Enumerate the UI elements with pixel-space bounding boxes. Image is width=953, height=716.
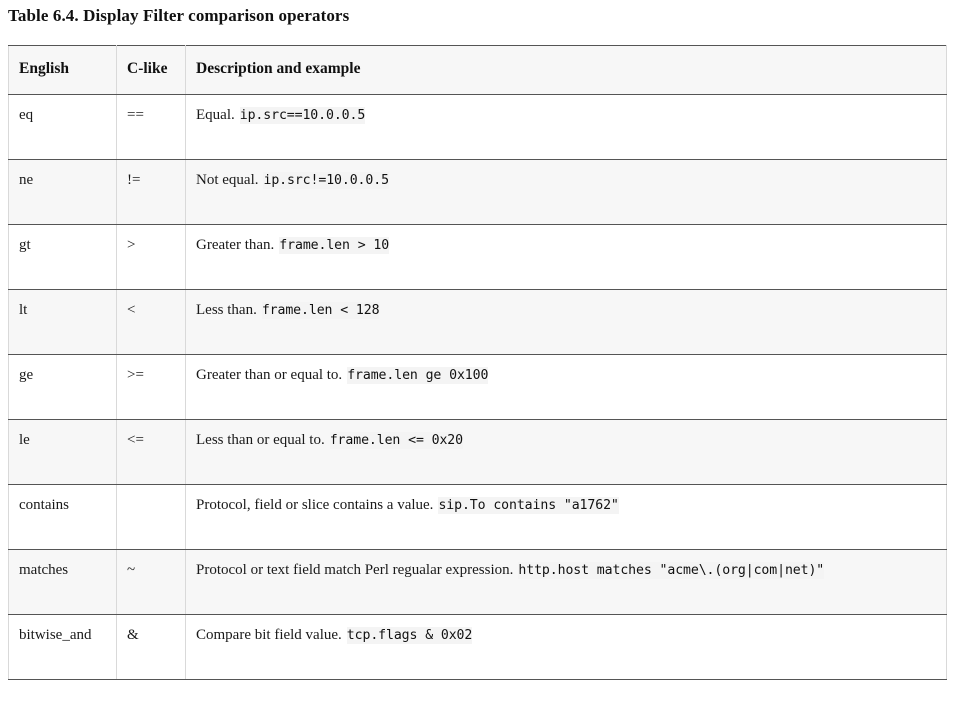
row-clike-le: <=	[116, 419, 186, 485]
table-row: eq == Equal. ip.src==10.0.0.5	[8, 94, 947, 160]
row-description-le: Less than or equal to. frame.len <= 0x20	[185, 419, 947, 485]
row-english-ne: ne	[8, 159, 117, 225]
description-text: Equal.	[196, 107, 235, 123]
row-english-eq: eq	[8, 94, 117, 160]
description-text: Protocol or text field match Perl regual…	[196, 562, 514, 578]
example-code: ip.src==10.0.0.5	[239, 107, 366, 124]
comparison-operators-table-wrapper: English C-like Description and example e…	[8, 45, 947, 680]
description-text: Greater than.	[196, 237, 275, 253]
row-description-ge: Greater than or equal to. frame.len ge 0x…	[185, 354, 947, 420]
row-english-bitwise-and: bitwise_and	[8, 614, 117, 680]
description-text: Less than or equal to.	[196, 432, 325, 448]
comparison-operators-table: English C-like Description and example e…	[8, 45, 947, 680]
row-clike-contains	[116, 484, 186, 550]
example-code: sip.To contains "a1762"	[438, 497, 619, 514]
table-row: ge >= Greater than or equal to. frame.len…	[8, 354, 947, 420]
example-code: frame.len <= 0x20	[329, 432, 463, 449]
example-code: tcp.flags & 0x02	[346, 627, 473, 644]
example-code: frame.len > 10	[279, 237, 390, 254]
table-row: lt < Less than. frame.len < 128	[8, 289, 947, 355]
row-description-eq: Equal. ip.src==10.0.0.5	[185, 94, 947, 160]
row-clike-ne: !=	[116, 159, 186, 225]
column-header-description: Description and example	[185, 45, 947, 95]
row-description-gt: Greater than. frame.len > 10	[185, 224, 947, 290]
row-clike-gt: >	[116, 224, 186, 290]
description-text: Not equal.	[196, 172, 259, 188]
row-english-lt: lt	[8, 289, 117, 355]
row-clike-lt: <	[116, 289, 186, 355]
table-row: gt > Greater than. frame.len > 10	[8, 224, 947, 290]
column-header-english: English	[8, 45, 117, 95]
example-code: frame.len < 128	[261, 302, 380, 319]
example-code: frame.len ge 0x100	[347, 367, 489, 384]
column-header-c-like: C-like	[116, 45, 186, 95]
example-code: http.host matches "acme\.(org|com|net)"	[518, 562, 825, 579]
description-text: Greater than or equal to.	[196, 367, 343, 383]
table-row: le <= Less than or equal to. frame.len <=…	[8, 419, 947, 485]
table-header-row: English C-like Description and example	[8, 45, 947, 95]
table-row: matches ~ Protocol or text field match P…	[8, 549, 947, 615]
example-code: ip.src!=10.0.0.5	[263, 172, 389, 189]
description-text: Compare bit field value.	[196, 627, 342, 643]
row-clike-eq: ==	[116, 94, 186, 160]
row-english-le: le	[8, 419, 117, 485]
table-title: Table 6.4. Display Filter comparison ope…	[8, 6, 350, 25]
row-english-gt: gt	[8, 224, 117, 290]
row-clike-matches: ~	[116, 549, 186, 615]
row-description-contains: Protocol, field or slice contains a valu…	[185, 484, 947, 550]
row-clike-ge: >=	[116, 354, 186, 420]
row-english-ge: ge	[8, 354, 117, 420]
table-body: eq == Equal. ip.src==10.0.0.5 ne != Not e…	[8, 94, 947, 680]
table-row: contains Protocol, field or slice contai…	[8, 484, 947, 550]
row-description-bitwise-and: Compare bit field value. tcp.flags & 0x02	[185, 614, 947, 680]
description-text: Less than.	[196, 302, 257, 318]
row-description-matches: Protocol or text field match Perl regual…	[185, 549, 947, 615]
row-english-matches: matches	[8, 549, 117, 615]
table-row: bitwise_and & Compare bit field value. tc…	[8, 614, 947, 680]
row-description-ne: Not equal. ip.src!=10.0.0.5	[185, 159, 947, 225]
row-description-lt: Less than. frame.len < 128	[185, 289, 947, 355]
table-row: ne != Not equal. ip.src!=10.0.0.5	[8, 159, 947, 225]
row-english-contains: contains	[8, 484, 117, 550]
description-text: Protocol, field or slice contains a valu…	[196, 497, 434, 513]
table-header: English C-like Description and example	[8, 45, 947, 95]
row-clike-bitwise-and: &	[116, 614, 186, 680]
document-page: Table 6.4. Display Filter comparison ope…	[0, 0, 953, 716]
